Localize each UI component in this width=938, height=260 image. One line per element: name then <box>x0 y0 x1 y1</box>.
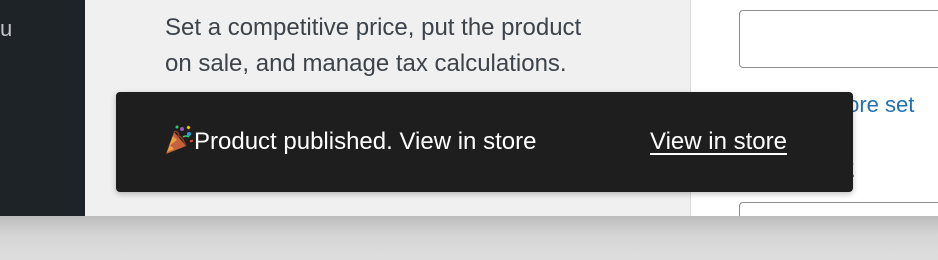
snackbar-notice: Product published. View in store View in… <box>116 92 853 192</box>
app-window: u Set a competitive price, put the produ… <box>0 0 938 216</box>
party-popper-icon <box>164 124 194 156</box>
regular-price-input[interactable] <box>739 10 938 68</box>
snackbar-message: Product published. View in store <box>194 128 537 155</box>
sale-price-input[interactable] <box>739 202 938 216</box>
sidebar-menu-item-label[interactable]: u <box>0 16 12 42</box>
window-bottom-edge <box>0 216 938 260</box>
section-description: Set a competitive price, put the product… <box>165 14 582 77</box>
admin-sidebar: u <box>0 0 85 216</box>
view-in-store-link[interactable]: View in store <box>650 128 787 156</box>
